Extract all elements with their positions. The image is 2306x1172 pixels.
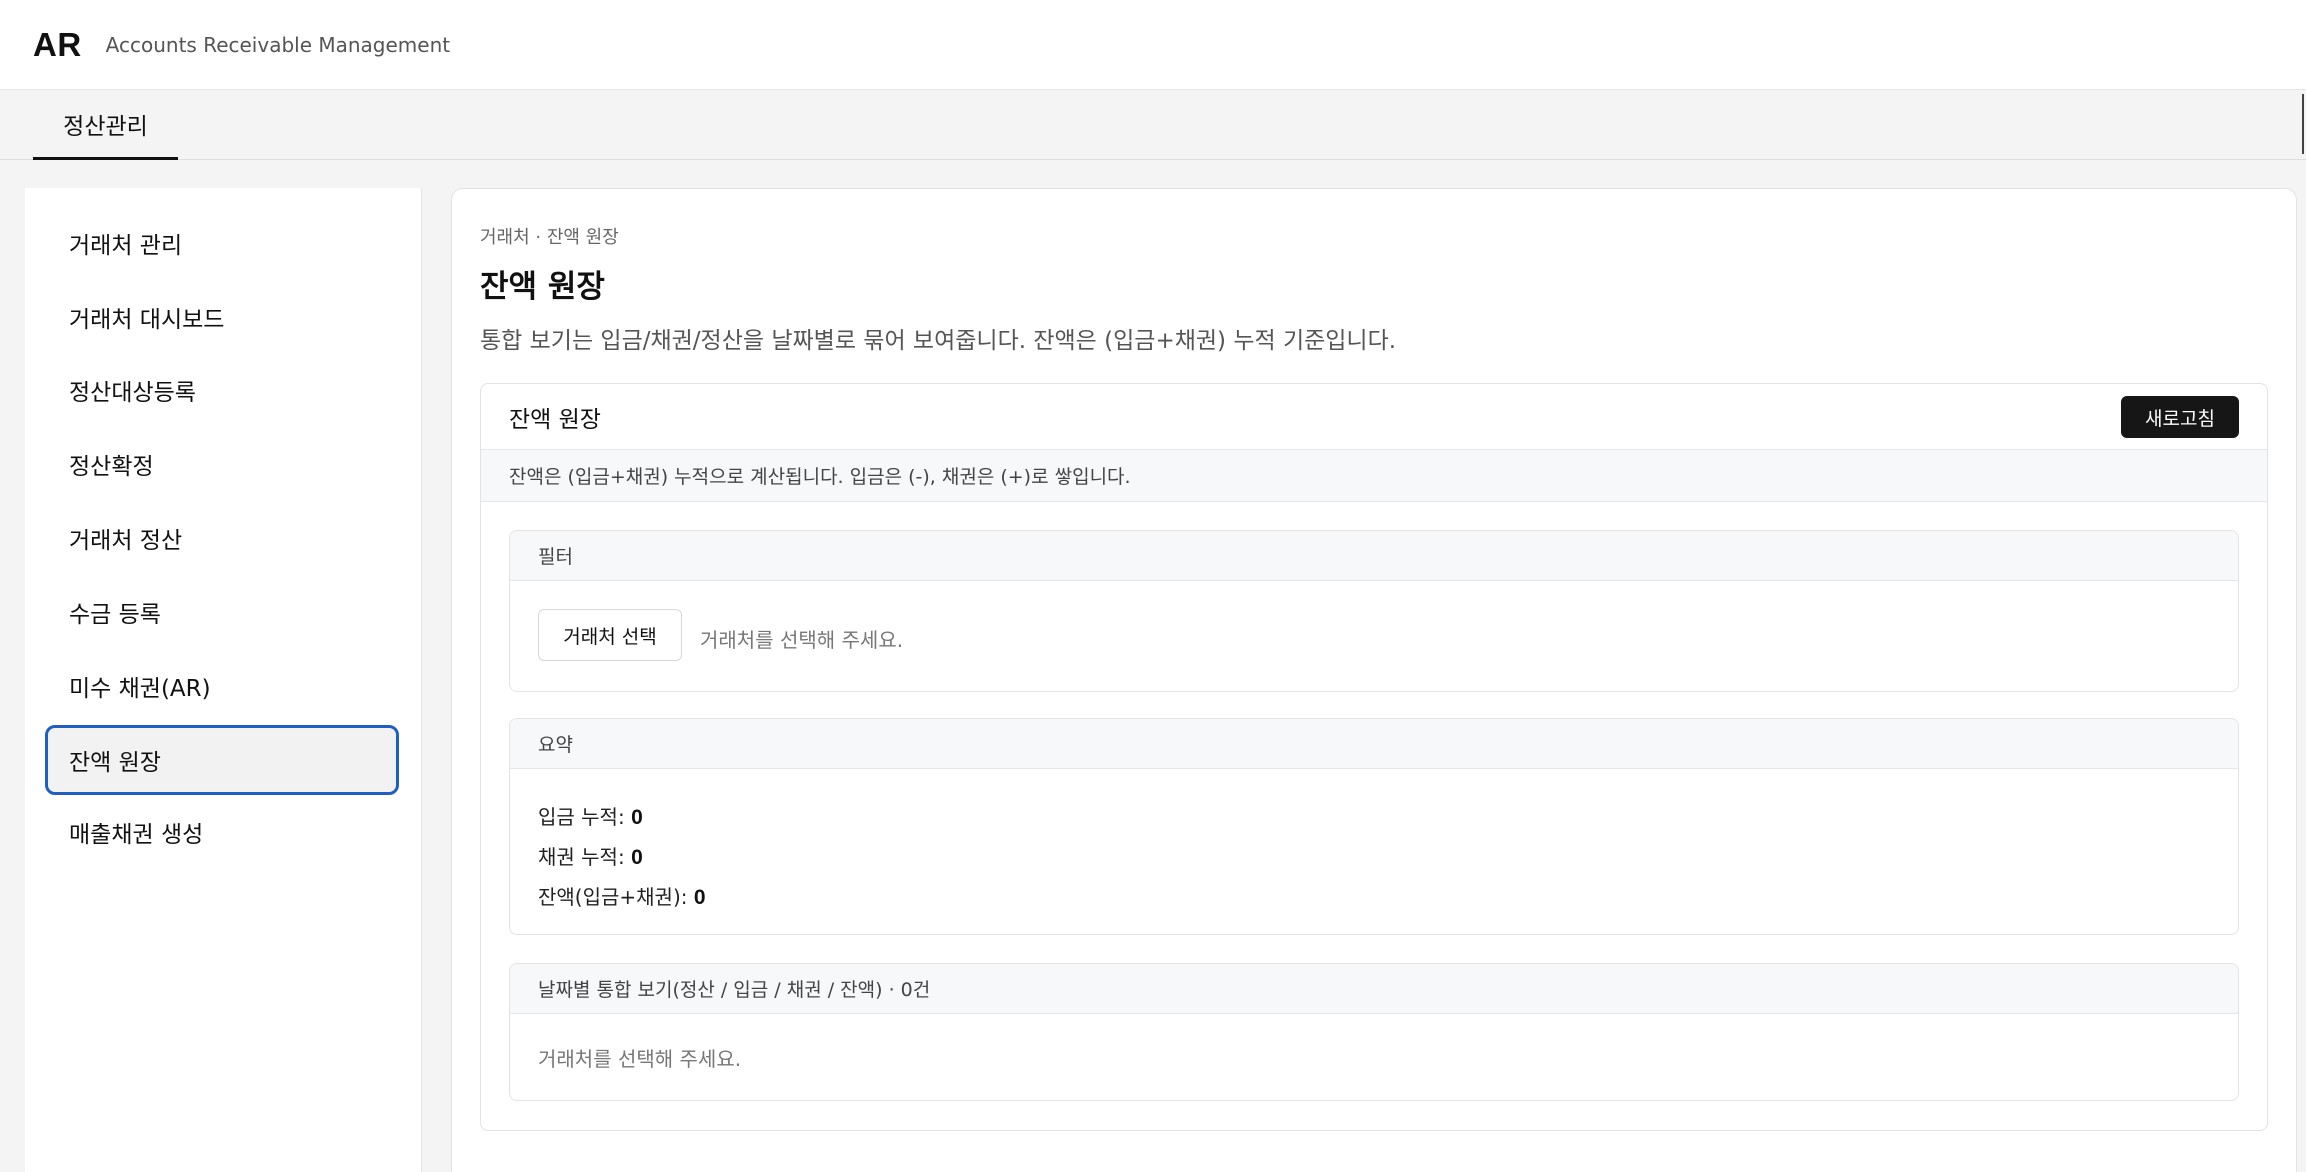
sidebar-item-collection-register[interactable]: 수금 등록 [45,577,399,647]
sidebar-item-partner-dashboard[interactable]: 거래처 대시보드 [45,282,399,352]
tabbar-edge-divider [2302,94,2306,154]
page-title: 잔액 원장 [480,269,605,305]
sidebar-item-receivable-create[interactable]: 매출채권 생성 [45,797,399,867]
deposit-total-value: 0 [631,806,643,829]
sidebar-item-partner-settlement[interactable]: 거래처 정산 [45,503,399,573]
receivable-total-label: 채권 누적: [538,845,632,869]
tab-settlement-management[interactable]: 정산관리 [33,90,178,160]
summary-section: 요약 입금 누적: 0 채권 누적: 0 잔액(입금+채권): 0 [509,718,2239,935]
daily-view-section: 날짜별 통합 보기(정산 / 입금 / 채권 / 잔액) · 0건 거래처를 선… [509,963,2239,1101]
receivable-total-value: 0 [631,846,643,869]
card-note: 잔액은 (입금+채권) 누적으로 계산됩니다. 입금은 (-), 채권은 (+)… [481,450,2267,502]
balance-total-row: 잔액(입금+채권): 0 [538,877,2210,917]
app-logo: AR [33,25,82,63]
partner-select-button[interactable]: 거래처 선택 [538,609,682,661]
filter-hint: 거래처를 선택해 주세요. [700,628,904,652]
sidebar-item-settlement-target[interactable]: 정산대상등록 [45,355,399,425]
app-title: Accounts Receivable Management [105,32,451,57]
filter-body: 거래처 선택 거래처를 선택해 주세요. [510,581,2238,691]
refresh-button[interactable]: 새로고침 [2121,396,2239,438]
sidebar-item-ar[interactable]: 미수 채권(AR) [45,651,399,721]
main-panel: 거래처 · 잔액 원장 잔액 원장 통합 보기는 입금/채권/정산을 날짜별로 … [451,188,2297,1172]
daily-view-empty-message: 거래처를 선택해 주세요. [538,1046,742,1071]
balance-total-label: 잔액(입금+채권): [538,885,694,909]
top-tab-bar: 정산관리 [0,90,2306,160]
balance-ledger-card: 잔액 원장 새로고침 잔액은 (입금+채권) 누적으로 계산됩니다. 입금은 (… [480,383,2268,1131]
card-title: 잔액 원장 [509,406,601,433]
sidebar-item-settlement-confirm[interactable]: 정산확정 [45,429,399,499]
sidebar-item-partner-management[interactable]: 거래처 관리 [45,208,399,278]
daily-view-title: 날짜별 통합 보기(정산 / 입금 / 채권 / 잔액) · 0건 [510,964,2238,1014]
app-header: AR Accounts Receivable Management [0,0,2306,90]
deposit-total-label: 입금 누적: [538,805,632,829]
summary-body: 입금 누적: 0 채권 누적: 0 잔액(입금+채권): 0 [510,769,2238,934]
breadcrumb: 거래처 · 잔액 원장 [480,227,619,248]
card-header: 잔액 원장 새로고침 [481,384,2267,450]
receivable-total-row: 채권 누적: 0 [538,837,2210,877]
deposit-total-row: 입금 누적: 0 [538,797,2210,837]
sidebar: 거래처 관리 거래처 대시보드 정산대상등록 정산확정 거래처 정산 수금 등록… [25,188,422,1172]
filter-section-title: 필터 [510,531,2238,581]
summary-section-title: 요약 [510,719,2238,769]
balance-total-value: 0 [693,886,706,909]
filter-section: 필터 거래처 선택 거래처를 선택해 주세요. [509,530,2239,692]
page-description: 통합 보기는 입금/채권/정산을 날짜별로 묶어 보여줍니다. 잔액은 (입금+… [480,328,1397,354]
sidebar-item-balance-ledger[interactable]: 잔액 원장 [45,725,399,795]
